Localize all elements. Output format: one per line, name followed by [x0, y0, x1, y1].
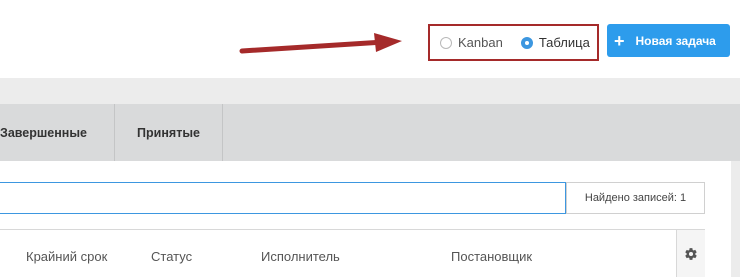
- radio-kanban[interactable]: [440, 36, 452, 49]
- new-task-label: Новая задача: [635, 33, 716, 48]
- view-option-kanban[interactable]: Kanban: [440, 35, 503, 50]
- tab-label: Принятые: [137, 125, 200, 140]
- annotation-arrow: [239, 33, 402, 54]
- gear-icon: [685, 247, 697, 260]
- tabs-bar: Завершенные Принятые: [0, 104, 740, 161]
- tab-accepted[interactable]: Принятые: [115, 104, 223, 161]
- view-option-table[interactable]: Таблица: [520, 35, 590, 50]
- search-input[interactable]: [0, 182, 566, 214]
- column-header-assignee[interactable]: Исполнитель: [261, 249, 340, 264]
- records-count: Найдено записей: 1: [566, 182, 705, 214]
- content-panel: Найдено записей: 1 Крайний срок Статус И…: [0, 161, 731, 277]
- view-toggle: Kanban Таблица: [428, 24, 599, 61]
- records-count-label: Найдено записей: 1: [584, 192, 687, 204]
- plus-icon: +: [614, 30, 625, 51]
- view-option-label: Таблица: [538, 35, 590, 50]
- column-header-deadline[interactable]: Крайний срок: [26, 249, 107, 264]
- table-header: Крайний срок Статус Исполнитель Постанов…: [0, 229, 705, 277]
- tab-completed[interactable]: Завершенные: [0, 104, 115, 161]
- column-header-status[interactable]: Статус: [151, 249, 192, 264]
- radio-table[interactable]: [520, 36, 533, 49]
- table-settings-button[interactable]: [676, 229, 705, 277]
- new-task-button[interactable]: + Новая задача: [607, 24, 730, 57]
- view-option-label: Kanban: [458, 35, 503, 50]
- column-header-author[interactable]: Постановщик: [451, 249, 532, 264]
- tab-label: Завершенные: [0, 125, 87, 140]
